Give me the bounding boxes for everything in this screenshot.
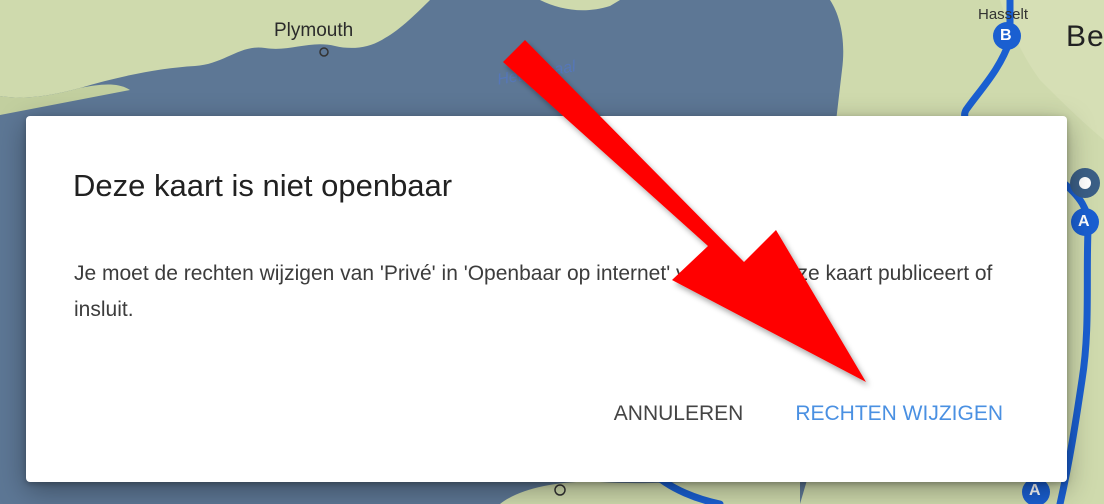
map-label-hasselt: Hasselt: [978, 6, 1029, 23]
map-label-belgium: Be: [1066, 20, 1104, 53]
dialog-title: Deze kaart is niet openbaar: [73, 168, 453, 203]
change-permissions-button[interactable]: RECHTEN WIJZIGEN: [795, 396, 1003, 432]
dialog-message: Je moet de rechten wijzigen van 'Privé' …: [74, 262, 993, 321]
route-marker-a-bottom[interactable]: A: [1029, 482, 1041, 500]
cancel-button[interactable]: ANNULEREN: [614, 396, 744, 432]
route-marker-b[interactable]: B: [1000, 27, 1012, 45]
map-label-plymouth: Plymouth: [274, 20, 354, 41]
route-marker-a[interactable]: A: [1078, 213, 1090, 231]
dialog-actions: ANNULEREN RECHTEN WIJZIGEN: [614, 396, 1003, 432]
visibility-dialog: Deze kaart is niet openbaar Je moet de r…: [26, 116, 1067, 482]
